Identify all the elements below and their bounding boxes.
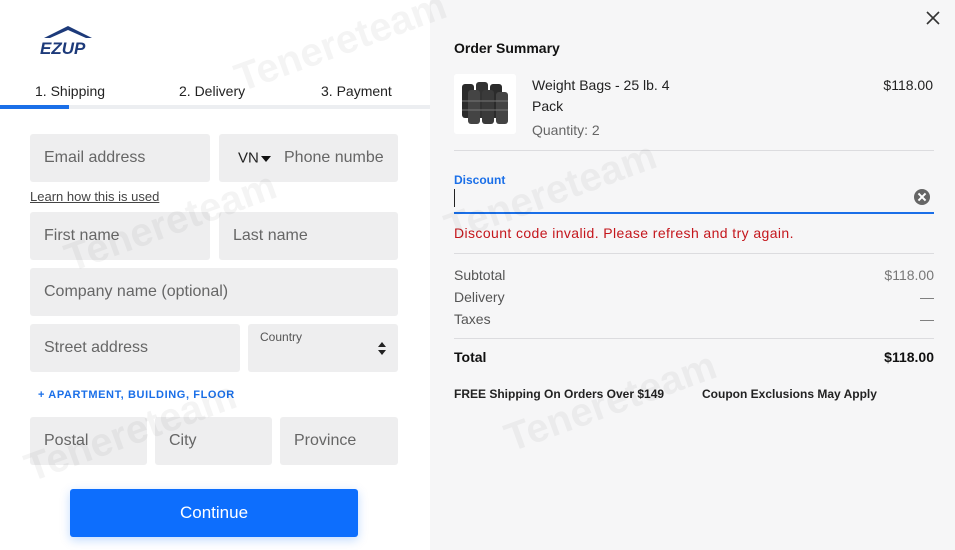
sort-down-icon <box>378 350 386 355</box>
order-summary-title: Order Summary <box>454 40 560 56</box>
subtotal-value: $118.00 <box>884 267 934 283</box>
discount-label: Discount <box>454 173 506 187</box>
divider <box>454 338 934 339</box>
postal-placeholder: Postal <box>44 432 89 449</box>
country-label: Country <box>260 330 303 344</box>
product-thumbnail <box>454 74 516 134</box>
add-apartment-link[interactable]: + APARTMENT, BUILDING, FLOOR <box>38 389 235 401</box>
delivery-row: Delivery — <box>454 289 934 305</box>
divider <box>454 253 934 254</box>
email-placeholder: Email address <box>44 149 146 166</box>
free-shipping-note: FREE Shipping On Orders Over $149 <box>454 387 665 401</box>
order-summary-panel: Order Summary Weight Bags - 25 lb. 4 Pac… <box>430 0 955 550</box>
company-field[interactable]: Company name (optional) <box>30 268 398 316</box>
postal-field[interactable]: Postal <box>30 417 147 465</box>
phone-field[interactable]: VN Phone numbe <box>219 134 398 182</box>
close-icon[interactable] <box>925 10 941 26</box>
total-value: $118.00 <box>884 349 934 365</box>
city-placeholder: City <box>169 432 197 449</box>
text-cursor <box>454 189 455 207</box>
phone-country-code[interactable]: VN <box>238 150 259 167</box>
taxes-row: Taxes — <box>454 311 934 327</box>
total-row: Total $118.00 <box>454 349 934 365</box>
checkout-form-panel: EZUP 1. Shipping 2. Delivery 3. Payment … <box>0 0 430 550</box>
taxes-label: Taxes <box>454 311 491 327</box>
last-name-placeholder: Last name <box>233 227 308 244</box>
item-quantity: Quantity: 2 <box>532 122 600 138</box>
chevron-down-icon[interactable] <box>261 156 271 162</box>
step-payment[interactable]: 3. Payment <box>321 83 392 99</box>
province-field[interactable]: Province <box>280 417 398 465</box>
divider <box>454 150 934 151</box>
sort-up-icon <box>378 342 386 347</box>
delivery-value: — <box>920 289 934 305</box>
discount-error-message: Discount code invalid. Please refresh an… <box>454 225 794 241</box>
coupon-exclusions-note: Coupon Exclusions May Apply <box>702 387 877 401</box>
discount-input[interactable] <box>454 186 934 214</box>
learn-how-link[interactable]: Learn how this is used <box>30 189 159 204</box>
checkout-steps: 1. Shipping 2. Delivery 3. Payment <box>0 80 430 110</box>
street-placeholder: Street address <box>44 339 149 356</box>
phone-placeholder: Phone numbe <box>284 149 384 166</box>
delivery-label: Delivery <box>454 289 505 305</box>
step-delivery[interactable]: 2. Delivery <box>179 83 245 99</box>
steps-progress-active <box>0 105 69 109</box>
item-name: Weight Bags - 25 lb. 4 Pack <box>532 77 670 114</box>
province-placeholder: Province <box>294 432 357 449</box>
total-label: Total <box>454 349 487 365</box>
company-placeholder: Company name (optional) <box>44 283 229 300</box>
email-field[interactable]: Email address <box>30 134 210 182</box>
country-select[interactable]: Country <box>248 324 398 372</box>
subtotal-label: Subtotal <box>454 267 506 283</box>
step-shipping[interactable]: 1. Shipping <box>35 83 105 99</box>
ezup-logo: EZUP <box>40 26 92 56</box>
clear-icon[interactable] <box>914 189 930 205</box>
subtotal-row: Subtotal $118.00 <box>454 267 934 283</box>
last-name-field[interactable]: Last name <box>219 212 398 260</box>
item-price: $118.00 <box>883 77 933 93</box>
city-field[interactable]: City <box>155 417 272 465</box>
taxes-value: — <box>920 311 934 327</box>
logo-text: EZUP <box>40 39 86 56</box>
continue-button[interactable]: Continue <box>70 489 358 537</box>
street-address-field[interactable]: Street address <box>30 324 240 372</box>
first-name-placeholder: First name <box>44 227 120 244</box>
first-name-field[interactable]: First name <box>30 212 210 260</box>
